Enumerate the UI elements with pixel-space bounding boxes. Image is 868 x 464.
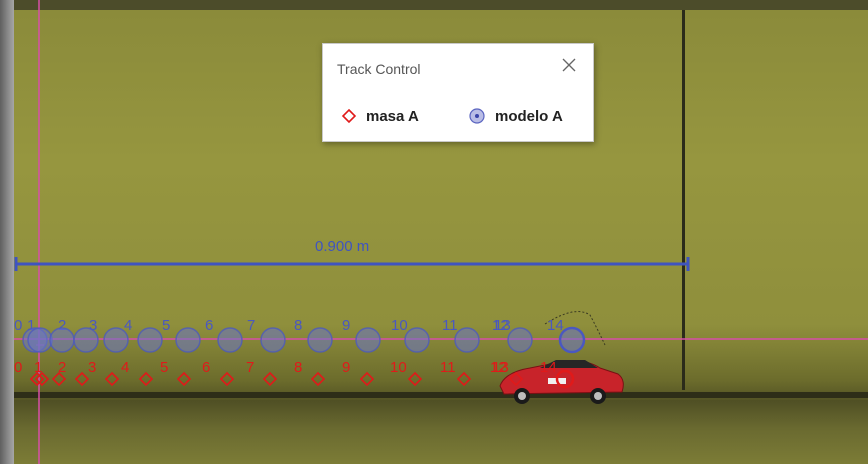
modelo-frame-label: 7	[247, 317, 255, 334]
track-item-label: modelo A	[495, 107, 563, 125]
diamond-icon	[341, 108, 357, 124]
modelo-point-marker[interactable]	[73, 327, 99, 353]
window-title: Track Control	[337, 61, 421, 77]
masa-point-marker[interactable]	[456, 371, 472, 387]
modelo-frame-label: 0	[14, 317, 22, 334]
masa-point-marker[interactable]	[262, 371, 278, 387]
masa-point-marker[interactable]	[74, 371, 90, 387]
masa-point-marker[interactable]	[104, 371, 120, 387]
masa-frame-label: 6	[202, 359, 210, 376]
masa-point-marker[interactable]	[407, 371, 423, 387]
masa-frame-label: 13	[492, 359, 509, 376]
modelo-frame-label: 9	[342, 317, 350, 334]
masa-frame-label: 10	[390, 359, 407, 376]
masa-frame-label: 4	[121, 359, 129, 376]
modelo-point-marker[interactable]	[454, 327, 480, 353]
modelo-point-marker[interactable]	[27, 327, 53, 353]
modelo-frame-label: 11	[442, 317, 458, 334]
modelo-point-marker[interactable]	[103, 327, 129, 353]
masa-frame-label: 8	[294, 359, 302, 376]
track-item-masa-a[interactable]: masa A	[341, 105, 419, 127]
masa-point-marker[interactable]	[138, 371, 154, 387]
modelo-frame-label: 14	[547, 317, 564, 334]
masa-frame-label: 5	[160, 359, 168, 376]
track-item-modelo-a[interactable]: modelo A	[468, 105, 563, 127]
masa-point-marker[interactable]	[219, 371, 235, 387]
modelo-point-marker[interactable]	[137, 327, 163, 353]
modelo-point-marker[interactable]	[260, 327, 286, 353]
tracker-stage: 0.900 m 0 1 2 3 4 5 6 7 8 9 10 11 12 13 14 0 1 2 3 4 5 6 7 8 9 10…	[0, 0, 868, 464]
masa-frame-label: 9	[342, 359, 350, 376]
modelo-point-marker[interactable]	[307, 327, 333, 353]
masa-point-marker[interactable]	[176, 371, 192, 387]
masa-point-marker[interactable]	[555, 369, 575, 389]
modelo-point-marker[interactable]	[404, 327, 430, 353]
modelo-point-marker[interactable]	[558, 326, 586, 354]
circle-dot-icon	[468, 107, 486, 125]
masa-frame-label: 14	[540, 359, 557, 376]
modelo-frame-label: 13	[494, 317, 511, 334]
modelo-point-marker[interactable]	[49, 327, 75, 353]
masa-frame-label: 11	[440, 359, 456, 376]
track-control-window[interactable]: Track Control masa A modelo A	[322, 43, 594, 142]
track-item-label: masa A	[366, 107, 419, 125]
close-icon[interactable]	[559, 55, 579, 75]
masa-point-marker[interactable]	[359, 371, 375, 387]
modelo-frame-label: 5	[162, 317, 170, 334]
modelo-frame-label: 6	[205, 317, 213, 334]
modelo-point-marker[interactable]	[355, 327, 381, 353]
modelo-point-marker[interactable]	[175, 327, 201, 353]
masa-frame-label: 3	[88, 359, 96, 376]
modelo-frame-label: 8	[294, 317, 302, 334]
modelo-frame-label: 10	[391, 317, 408, 334]
masa-point-marker[interactable]	[508, 371, 524, 387]
masa-frame-label: 7	[246, 359, 254, 376]
modelo-point-marker[interactable]	[507, 327, 533, 353]
modelo-point-marker[interactable]	[217, 327, 243, 353]
masa-point-marker[interactable]	[310, 371, 326, 387]
masa-frame-label: 0	[14, 359, 22, 376]
